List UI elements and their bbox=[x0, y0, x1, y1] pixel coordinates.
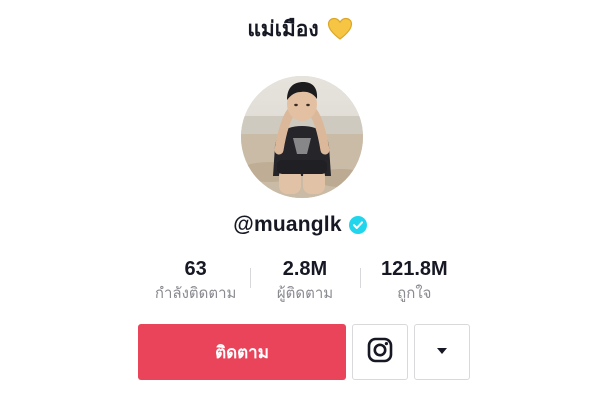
stat-value: 2.8M bbox=[282, 258, 328, 280]
stat-label: ผู้ติดตาม bbox=[276, 284, 334, 302]
username-row: @muanglk bbox=[0, 210, 600, 240]
more-options-button[interactable] bbox=[414, 324, 470, 380]
profile-title: แม่เมือง bbox=[247, 16, 319, 41]
stat-following[interactable]: 63 กำลังติดตาม bbox=[141, 256, 250, 303]
stat-followers[interactable]: 2.8M ผู้ติดตาม bbox=[250, 256, 359, 303]
profile-header: แม่เมือง bbox=[0, 12, 600, 46]
stat-value: 63 bbox=[184, 258, 207, 280]
profile-page: แม่เมือง @muanglk 63 กำลังติดตาม 2.8M ผู… bbox=[0, 0, 600, 407]
profile-stats: 63 กำลังติดตาม 2.8M ผู้ติดตาม 121.8M ถูก… bbox=[141, 256, 469, 306]
verified-badge-icon bbox=[348, 216, 367, 234]
instagram-button[interactable] bbox=[352, 324, 408, 380]
stat-likes: 121.8M ถูกใจ bbox=[359, 256, 469, 303]
stat-label: ถูกใจ bbox=[397, 284, 432, 302]
profile-avatar[interactable] bbox=[241, 76, 363, 198]
stat-label: กำลังติดตาม bbox=[154, 284, 237, 302]
profile-actions: ติดตาม bbox=[138, 324, 470, 380]
instagram-icon bbox=[367, 337, 393, 368]
username: @muanglk bbox=[233, 213, 342, 236]
yellow-heart-icon bbox=[327, 17, 353, 41]
stat-value: 121.8M bbox=[380, 258, 448, 280]
follow-button[interactable]: ติดตาม bbox=[138, 324, 346, 380]
caret-down-icon bbox=[435, 343, 449, 361]
